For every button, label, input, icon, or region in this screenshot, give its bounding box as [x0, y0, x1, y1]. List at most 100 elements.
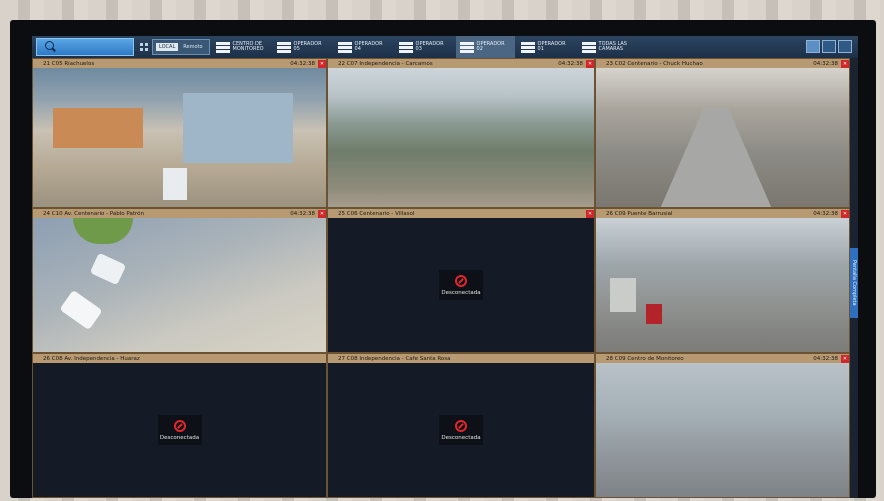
layout-grid-icon[interactable]	[140, 43, 148, 51]
tab-label: OPERADOR 04	[354, 41, 383, 52]
tab-label: CENTRO DE MONITOREO	[232, 41, 264, 52]
tab-label: OPERADOR 05	[293, 41, 322, 52]
camera-name: 26 C09 Puente Barrusial	[606, 210, 673, 217]
no-signal-icon	[455, 419, 467, 432]
disconnected-badge: Desconectada	[157, 415, 202, 445]
camera-header: 24 C10 Av. Centenario - Pablo Patrón 04:3…	[33, 209, 326, 218]
layout-buttons	[804, 40, 852, 53]
grid-view-icon	[398, 41, 413, 53]
no-signal-icon	[455, 274, 467, 287]
camera-header: 23 C02 Centenario - Chuck Huchao 04:32:38…	[596, 59, 849, 68]
chip-remote[interactable]: Remoto	[180, 43, 205, 51]
tab-todas-camaras[interactable]: TODAS LAS CAMARAS	[578, 36, 637, 58]
top-toolbar: LOCAL Remoto CENTRO DE MONITOREO OPERADO…	[32, 36, 858, 58]
camera-header: 26 C09 Puente Barrusial 04:32:38 ✕	[596, 209, 849, 218]
camera-feed: Desconectada	[33, 363, 326, 497]
tab-operador-04[interactable]: OPERADOR 04	[334, 36, 393, 58]
camera-name: 22 C07 Independencia - Carcamos	[338, 60, 433, 67]
feed-detail	[89, 252, 127, 286]
camera-feed	[596, 363, 849, 497]
grid-view-icon	[337, 41, 352, 53]
close-icon[interactable]: ✕	[841, 209, 849, 218]
feed-detail	[646, 304, 662, 324]
search-icon	[45, 41, 54, 50]
camera-tile[interactable]: 28 C09 Centro de Monitoreo 04:32:38 ✕	[595, 353, 850, 498]
camera-feed	[33, 218, 326, 352]
camera-header: 22 C07 Independencia - Carcamos 04:32:38 ✕	[328, 59, 594, 68]
feed-detail	[53, 108, 143, 148]
camera-time: 04:32:38	[813, 355, 838, 362]
camera-time: 04:32:38	[813, 210, 838, 217]
camera-feed	[596, 68, 849, 207]
chip-local[interactable]: LOCAL	[156, 43, 179, 51]
feed-detail	[656, 108, 776, 207]
tab-operador-02[interactable]: OPERADOR 02	[455, 36, 515, 58]
server-selector: LOCAL Remoto	[152, 39, 210, 55]
camera-name: 27 C08 Independencia - Cafe Santa Rosa	[338, 355, 451, 362]
no-signal-icon	[173, 419, 186, 432]
tab-operador-05[interactable]: OPERADOR 05	[273, 36, 332, 58]
camera-feed: Desconectada	[328, 218, 594, 352]
camera-tile[interactable]: 26 C09 Puente Barrusial 04:32:38 ✕	[595, 208, 850, 353]
camera-tile[interactable]: 21 C05 Riachuelos 04:32:38 ✕	[32, 58, 327, 208]
camera-header: 21 C05 Riachuelos 04:32:38 ✕	[33, 59, 326, 68]
status-text: Desconectada	[441, 289, 481, 296]
tab-label: OPERADOR 03	[415, 41, 444, 52]
grid-view-icon	[520, 41, 535, 53]
close-icon[interactable]: ✕	[841, 59, 849, 68]
status-text: Desconectada	[159, 434, 200, 441]
camera-header: 27 C08 Independencia - Cafe Santa Rosa	[328, 354, 594, 363]
search-box[interactable]	[36, 38, 134, 56]
camera-tile[interactable]: 27 C08 Independencia - Cafe Santa Rosa D…	[327, 353, 595, 498]
tab-centro-monitoreo[interactable]: CENTRO DE MONITOREO	[212, 36, 271, 58]
feed-detail	[73, 218, 133, 244]
camera-header: 26 C08 Av. Independencia - Huaraz	[33, 354, 326, 363]
close-icon[interactable]: ✕	[586, 59, 594, 68]
feed-detail	[183, 93, 293, 163]
camera-feed	[596, 218, 849, 352]
camera-name: 28 C09 Centro de Monitoreo	[606, 355, 684, 362]
camera-tile[interactable]: 26 C08 Av. Independencia - Huaraz Descon…	[32, 353, 327, 498]
camera-tile[interactable]: 23 C02 Centenario - Chuck Huchao 04:32:38…	[595, 58, 850, 208]
camera-tile[interactable]: 22 C07 Independencia - Carcamos 04:32:38 ✕	[327, 58, 595, 208]
feed-detail	[163, 168, 187, 200]
tab-label: TODAS LAS CAMARAS	[598, 41, 627, 52]
camera-grid: 21 C05 Riachuelos 04:32:38 ✕ 22 C07 Indepe…	[32, 58, 858, 498]
close-icon[interactable]: ✕	[318, 209, 326, 218]
tab-operador-01[interactable]: OPERADOR 01	[517, 36, 576, 58]
tab-label: OPERADOR 02	[476, 41, 505, 52]
camera-header: 28 C09 Centro de Monitoreo 04:32:38 ✕	[596, 354, 849, 363]
tab-label: OPERADOR 01	[537, 41, 566, 52]
close-icon[interactable]: ✕	[586, 209, 594, 218]
tab-operador-03[interactable]: OPERADOR 03	[395, 36, 454, 58]
camera-time: 04:32:38	[290, 60, 315, 67]
camera-name: 21 C05 Riachuelos	[43, 60, 95, 67]
close-icon[interactable]: ✕	[841, 354, 849, 363]
search-input[interactable]	[59, 40, 129, 54]
camera-tile[interactable]: 25 C06 Centenario - Villasol ✕ Desconecta…	[327, 208, 595, 353]
camera-header: 25 C06 Centenario - Villasol ✕	[328, 209, 594, 218]
camera-name: 23 C02 Centenario - Chuck Huchao	[606, 60, 703, 67]
grid-view-icon	[276, 41, 291, 53]
camera-feed	[33, 68, 326, 207]
camera-tile[interactable]: 24 C10 Av. Centenario - Pablo Patrón 04:3…	[32, 208, 327, 353]
camera-time: 04:32:38	[558, 60, 583, 67]
camera-time: 04:32:38	[813, 60, 838, 67]
close-icon[interactable]: ✕	[318, 59, 326, 68]
camera-name: 24 C10 Av. Centenario - Pablo Patrón	[43, 210, 145, 217]
grid-view-icon	[581, 41, 596, 53]
vms-screen: LOCAL Remoto CENTRO DE MONITOREO OPERADO…	[32, 36, 858, 498]
side-panel-handle[interactable]: Pantalla Completa	[850, 248, 858, 318]
grid-view-icon	[459, 41, 474, 53]
feed-detail	[59, 289, 103, 331]
disconnected-badge: Desconectada	[439, 270, 483, 300]
feed-detail	[610, 278, 636, 312]
layout-2x2-icon[interactable]	[822, 40, 836, 53]
grid-view-icon	[215, 41, 230, 53]
layout-single-icon[interactable]	[838, 40, 852, 53]
camera-name: 25 C06 Centenario - Villasol	[338, 210, 415, 217]
camera-feed	[328, 68, 594, 207]
camera-time: 04:32:38	[290, 210, 315, 217]
camera-feed: Desconectada	[328, 363, 594, 497]
layout-3x3-icon[interactable]	[806, 40, 820, 53]
